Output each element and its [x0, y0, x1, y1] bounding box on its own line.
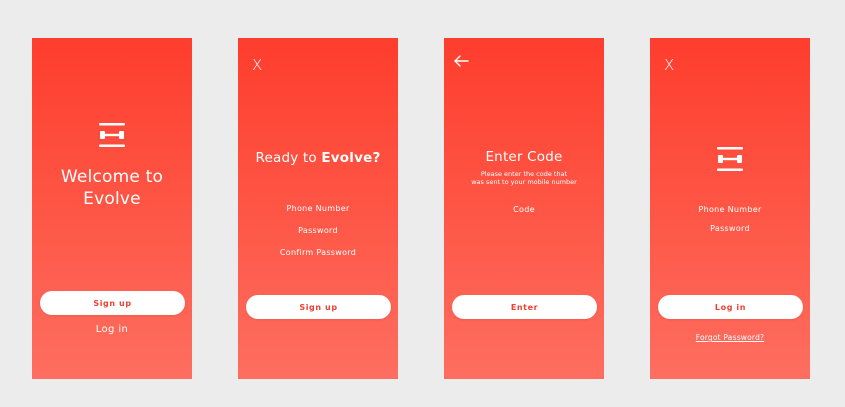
confirm-password-field[interactable]: Confirm Password [238, 248, 398, 257]
enter-button[interactable]: Enter [452, 295, 597, 319]
forgot-password-link[interactable]: Forgot Password? [650, 333, 810, 342]
enter-code-title: Enter Code [485, 149, 563, 165]
password-field[interactable]: Password [238, 226, 398, 235]
signup-heading-brand: Evolve? [321, 150, 381, 166]
signup-button[interactable]: Sign up [246, 295, 391, 319]
phone-number-field[interactable]: Phone Number [238, 204, 398, 213]
signup-button[interactable]: Sign up [40, 291, 185, 315]
login-screen: X Phone Number Password Log in Forgot Pa… [650, 38, 810, 379]
enter-code-subtitle: Please enter the code that was sent to y… [444, 170, 604, 186]
enter-code-subtitle-line1: Please enter the code that [480, 170, 568, 178]
signup-screen: X Ready to Evolve? Phone Number Password… [238, 38, 398, 379]
login-link[interactable]: Log in [32, 324, 192, 335]
arrow-left-icon[interactable] [453, 54, 469, 68]
phone-number-field[interactable]: Phone Number [650, 205, 810, 214]
close-icon[interactable]: X [252, 58, 262, 73]
signup-heading: Ready to Evolve? [238, 149, 398, 167]
password-field[interactable]: Password [650, 224, 810, 233]
evolve-logo-icon [717, 147, 743, 171]
welcome-title-line1: Welcome to [60, 167, 164, 187]
login-button[interactable]: Log in [658, 295, 803, 319]
welcome-title-line2: Evolve [83, 189, 141, 209]
enter-code-subtitle-line2: was sent to your mobile number [471, 178, 577, 186]
close-icon[interactable]: X [664, 58, 674, 73]
signup-heading-prefix: Ready to [255, 150, 322, 166]
code-field[interactable]: Code [444, 205, 604, 214]
enter-code-screen: Enter Code Please enter the code that wa… [444, 38, 604, 379]
welcome-title: Welcome to Evolve [32, 166, 192, 210]
welcome-screen: Welcome to Evolve Sign up Log in [32, 38, 192, 379]
evolve-logo-icon [99, 123, 125, 147]
